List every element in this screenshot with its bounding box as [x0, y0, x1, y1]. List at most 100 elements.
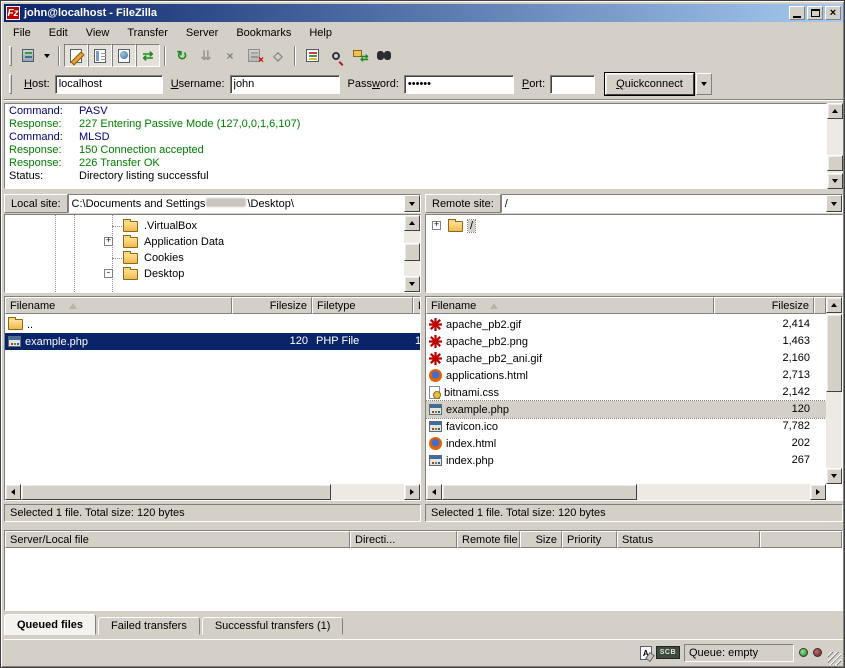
file-row-selected[interactable]: example.php 120 [426, 401, 826, 418]
queue-column-remote-file[interactable]: Remote file [457, 531, 520, 548]
tree-item-cookies[interactable]: Cookies [5, 250, 385, 266]
column-header-filetype[interactable]: Filetype [312, 297, 413, 314]
menu-item-edit[interactable]: Edit [40, 25, 77, 41]
menu-item-server[interactable]: Server [177, 25, 227, 41]
file-row[interactable]: apache_pb2_ani.gif 2,160 [426, 350, 826, 367]
queue-column-priority[interactable]: Priority [562, 531, 617, 548]
tree-item-application-data[interactable]: + Application Data [5, 234, 385, 250]
remote-path-combobox[interactable]: / [501, 194, 843, 213]
cancel-operation-button[interactable]: × [218, 44, 242, 67]
expand-icon[interactable]: + [432, 221, 441, 230]
port-input[interactable] [550, 75, 595, 94]
remote-directory-tree[interactable]: + / [425, 214, 843, 293]
column-header-filesize[interactable]: Filesize [232, 297, 312, 314]
scroll-right-button[interactable] [404, 484, 420, 500]
toggle-remote-tree-button[interactable] [112, 44, 136, 67]
filter-button[interactable] [300, 44, 324, 67]
local-horizontal-scrollbar[interactable] [5, 484, 420, 500]
transfer-type-indicator[interactable]: A [640, 646, 652, 660]
menu-item-view[interactable]: View [77, 25, 119, 41]
file-row[interactable]: index.php 267 [426, 452, 826, 469]
toggle-local-tree-button[interactable] [88, 44, 112, 67]
remote-path-dropdown[interactable] [826, 195, 842, 212]
quickconnect-grip[interactable] [9, 74, 12, 94]
message-log[interactable]: Command:PASV Response:227 Entering Passi… [4, 103, 827, 189]
file-row[interactable]: applications.html 2,713 [426, 367, 826, 384]
column-header-filename[interactable]: Filename [5, 297, 232, 314]
queue-column-direction[interactable]: Directi... [350, 531, 457, 548]
queue-column-status[interactable]: Status [617, 531, 760, 548]
local-directory-tree[interactable]: .VirtualBox + Application Data Cookies -… [4, 214, 421, 293]
file-row[interactable]: favicon.ico 7,782 [426, 418, 826, 435]
scroll-down-button[interactable] [827, 173, 843, 189]
file-row[interactable]: apache_pb2.png 1,463 [426, 333, 826, 350]
remote-vertical-scrollbar[interactable] [826, 297, 842, 484]
synchronized-browsing-button[interactable]: ⇄ [348, 44, 372, 67]
file-row-parent-dir[interactable]: .. [5, 316, 421, 333]
speed-limit-indicator[interactable]: SCB [656, 646, 680, 659]
collapse-icon[interactable]: - [104, 269, 113, 278]
quickconnect-dropdown[interactable] [696, 73, 712, 95]
close-button[interactable]: × [825, 6, 841, 20]
menu-item-bookmarks[interactable]: Bookmarks [227, 25, 300, 41]
password-input[interactable] [404, 75, 514, 94]
file-row[interactable]: index.html 202 [426, 435, 826, 452]
queue-column-size[interactable]: Size [520, 531, 562, 548]
file-row[interactable]: bitnami.css 2,142 [426, 384, 826, 401]
scroll-up-button[interactable] [404, 215, 420, 231]
process-queue-button[interactable]: ⇊ [194, 44, 218, 67]
local-path-dropdown[interactable] [404, 195, 420, 212]
tab-successful-transfers[interactable]: Successful transfers (1) [202, 617, 344, 635]
menu-item-transfer[interactable]: Transfer [118, 25, 177, 41]
scroll-down-button[interactable] [826, 468, 842, 484]
file-row-example-php[interactable]: example.php 120 PHP File 1 [5, 333, 421, 350]
file-row[interactable]: apache_pb2.gif 2,414 [426, 316, 826, 333]
minimize-button[interactable] [789, 6, 805, 20]
remote-horizontal-scrollbar[interactable] [426, 484, 826, 500]
tree-item-virtualbox[interactable]: .VirtualBox [5, 218, 385, 234]
transfer-queue[interactable]: Server/Local file Directi... Remote file… [4, 530, 843, 611]
disconnect-button[interactable]: × [242, 44, 266, 67]
local-file-list[interactable]: Filename Filesize Filetype L .. example.… [4, 296, 421, 501]
menu-item-help[interactable]: Help [300, 25, 341, 41]
toolbar-grip[interactable] [9, 46, 12, 66]
resize-grip[interactable] [828, 652, 841, 665]
site-manager-dropdown[interactable] [40, 44, 54, 67]
scrollbar-thumb[interactable] [21, 484, 331, 500]
reconnect-button[interactable]: ◇ [266, 44, 290, 67]
scroll-up-button[interactable] [826, 297, 842, 313]
scroll-left-button[interactable] [5, 484, 21, 500]
remote-file-list[interactable]: Filename Filesize apache_pb2.gif 2,414 a… [425, 296, 843, 501]
directory-comparison-button[interactable] [324, 44, 348, 67]
site-manager-button[interactable] [16, 44, 40, 67]
title-bar[interactable]: Fz john@localhost - FileZilla × [4, 4, 843, 22]
username-input[interactable] [230, 75, 340, 94]
log-scrollbar[interactable] [827, 103, 843, 189]
host-input[interactable] [55, 75, 163, 94]
menu-item-file[interactable]: File [4, 25, 40, 41]
tab-queued-files[interactable]: Queued files [4, 614, 96, 635]
toggle-transfer-queue-button[interactable]: ⇄ [136, 44, 160, 67]
column-header-filesize[interactable]: Filesize [714, 297, 814, 314]
scrollbar-thumb[interactable] [826, 314, 842, 392]
tree-item-desktop[interactable]: - Desktop [5, 266, 385, 282]
maximize-button[interactable] [807, 6, 823, 20]
scroll-left-button[interactable] [426, 484, 442, 500]
local-path-combobox[interactable]: C:\Documents and Settings\Desktop\ [68, 194, 421, 213]
toggle-message-log-button[interactable] [64, 44, 88, 67]
tab-failed-transfers[interactable]: Failed transfers [98, 617, 200, 635]
quickconnect-button[interactable]: Quickconnect [605, 73, 694, 95]
scrollbar-thumb[interactable] [404, 243, 420, 261]
column-header-lastmodified[interactable]: L [413, 297, 421, 314]
column-header-filename[interactable]: Filename [426, 297, 714, 314]
tree-item-root[interactable]: + / [426, 218, 806, 234]
local-tree-scrollbar[interactable] [404, 215, 420, 292]
scroll-down-button[interactable] [404, 276, 420, 292]
scroll-right-button[interactable] [810, 484, 826, 500]
refresh-button[interactable]: ↻ [170, 44, 194, 67]
queue-column-server-local-file[interactable]: Server/Local file [5, 531, 350, 548]
scroll-up-button[interactable] [827, 103, 843, 119]
scrollbar-thumb[interactable] [827, 155, 843, 171]
scrollbar-thumb[interactable] [442, 484, 637, 500]
find-files-button[interactable] [372, 44, 396, 67]
